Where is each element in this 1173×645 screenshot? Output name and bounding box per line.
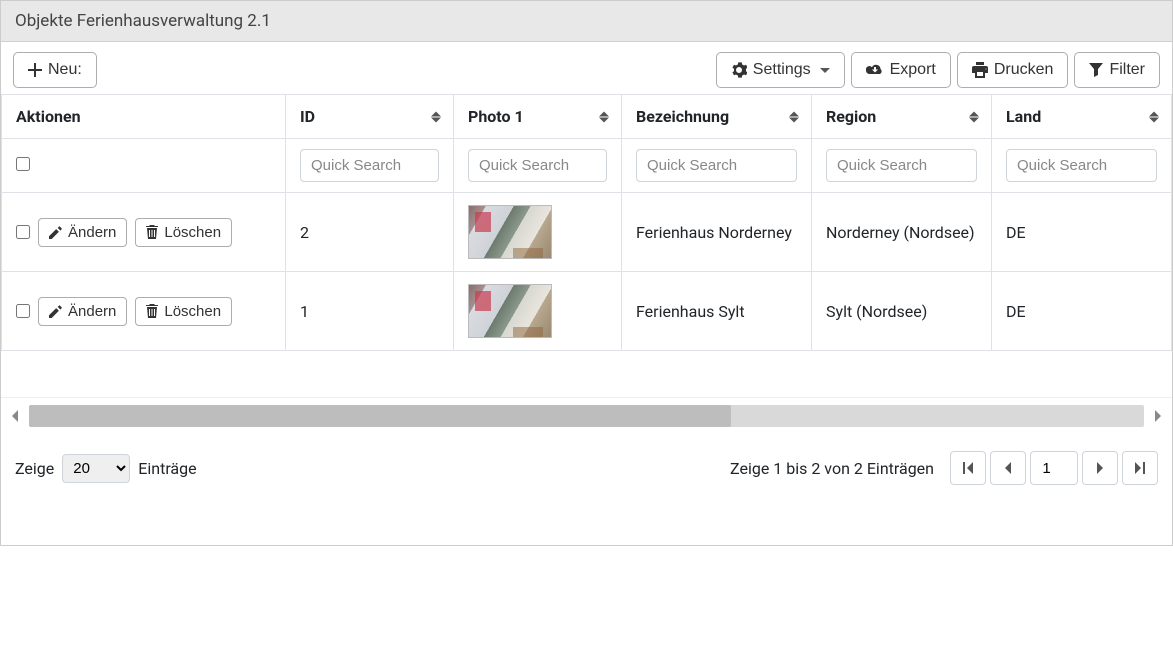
chevron-down-icon (820, 68, 830, 73)
filter-button[interactable]: Filter (1074, 52, 1160, 88)
print-button-label: Drucken (994, 61, 1054, 79)
new-button-label: Neu: (48, 61, 82, 79)
cell-region: Sylt (Nordsee) (812, 272, 992, 351)
first-page-icon (962, 462, 974, 474)
search-name-input[interactable] (636, 149, 797, 182)
entries-label: Einträge (138, 459, 196, 478)
page-size-control: Zeige 20 Einträge (15, 454, 197, 483)
header-row: Aktionen ID Photo 1 Bezeichnung Region L… (2, 95, 1172, 139)
table-footer: Zeige 20 Einträge Zeige 1 bis 2 von 2 Ei… (1, 433, 1172, 545)
horizontal-scrollbar[interactable] (1, 397, 1172, 433)
search-region-input[interactable] (826, 149, 977, 182)
delete-button-label: Löschen (164, 224, 221, 241)
range-text: Zeige 1 bis 2 von 2 Einträgen (730, 459, 934, 478)
last-page-button[interactable] (1122, 451, 1158, 485)
toolbar: Neu: Settings Export Drucken (1, 42, 1172, 94)
table-row: Ändern Löschen 2 Ferienhaus Norderney No… (2, 193, 1172, 272)
search-land-input[interactable] (1006, 149, 1157, 182)
plus-icon (28, 63, 42, 77)
page-number-input[interactable] (1030, 451, 1078, 485)
chevron-left-icon (1003, 462, 1013, 474)
cell-land: DE (992, 272, 1172, 351)
search-photo-input[interactable] (468, 149, 607, 182)
row-checkbox[interactable] (16, 304, 30, 318)
sort-icon (599, 111, 609, 122)
sort-icon (1149, 111, 1159, 122)
new-button[interactable]: Neu: (13, 52, 97, 88)
panel: Objekte Ferienhausverwaltung 2.1 Neu: Se… (0, 0, 1173, 546)
photo-thumbnail[interactable] (468, 284, 552, 338)
pencil-icon (49, 305, 62, 318)
scroll-right-icon[interactable] (1144, 408, 1172, 424)
page-size-select[interactable]: 20 (62, 454, 130, 483)
cell-region: Norderney (Nordsee) (812, 193, 992, 272)
prev-page-button[interactable] (990, 451, 1026, 485)
gear-icon (731, 62, 747, 78)
export-button-label: Export (890, 61, 936, 79)
cell-name: Ferienhaus Norderney (622, 193, 812, 272)
cell-id: 1 (286, 272, 454, 351)
col-header-photo[interactable]: Photo 1 (454, 95, 622, 139)
pagination: Zeige 1 bis 2 von 2 Einträgen (730, 451, 1158, 485)
toolbar-right: Settings Export Drucken Filter (716, 52, 1160, 88)
edit-button[interactable]: Ändern (38, 218, 127, 247)
edit-button-label: Ändern (68, 303, 116, 320)
col-header-name[interactable]: Bezeichnung (622, 95, 812, 139)
col-header-land[interactable]: Land (992, 95, 1172, 139)
delete-button[interactable]: Löschen (135, 218, 232, 247)
photo-thumbnail[interactable] (468, 205, 552, 259)
sort-icon (789, 111, 799, 122)
last-page-icon (1134, 462, 1146, 474)
cloud-download-icon (866, 63, 884, 77)
search-id-input[interactable] (300, 149, 439, 182)
delete-button[interactable]: Löschen (135, 297, 232, 326)
chevron-right-icon (1095, 462, 1105, 474)
settings-button-label: Settings (753, 61, 811, 79)
table-row: Ändern Löschen 1 Ferienhaus Sylt Sylt (N… (2, 272, 1172, 351)
delete-button-label: Löschen (164, 303, 221, 320)
edit-button-label: Ändern (68, 224, 116, 241)
edit-button[interactable]: Ändern (38, 297, 127, 326)
toolbar-left: Neu: (13, 52, 97, 88)
cell-id: 2 (286, 193, 454, 272)
scroll-left-icon[interactable] (1, 408, 29, 424)
data-table: Aktionen ID Photo 1 Bezeichnung Region L… (1, 94, 1172, 351)
filter-icon (1089, 63, 1103, 77)
cell-land: DE (992, 193, 1172, 272)
next-page-button[interactable] (1082, 451, 1118, 485)
row-checkbox[interactable] (16, 225, 30, 239)
col-header-region[interactable]: Region (812, 95, 992, 139)
panel-title: Objekte Ferienhausverwaltung 2.1 (1, 1, 1172, 42)
select-all-checkbox[interactable] (16, 157, 30, 171)
trash-icon (146, 304, 158, 318)
cell-name: Ferienhaus Sylt (622, 272, 812, 351)
sort-icon (969, 111, 979, 122)
settings-button[interactable]: Settings (716, 52, 845, 88)
pencil-icon (49, 226, 62, 239)
filter-button-label: Filter (1109, 61, 1145, 79)
scroll-thumb[interactable] (29, 405, 731, 427)
show-label: Zeige (15, 459, 54, 478)
first-page-button[interactable] (950, 451, 986, 485)
print-button[interactable]: Drucken (957, 52, 1069, 88)
print-icon (972, 62, 988, 78)
filter-row (2, 139, 1172, 193)
export-button[interactable]: Export (851, 52, 951, 88)
col-header-actions[interactable]: Aktionen (2, 95, 286, 139)
trash-icon (146, 225, 158, 239)
scroll-track[interactable] (29, 405, 1144, 427)
col-header-id[interactable]: ID (286, 95, 454, 139)
sort-icon (431, 111, 441, 122)
